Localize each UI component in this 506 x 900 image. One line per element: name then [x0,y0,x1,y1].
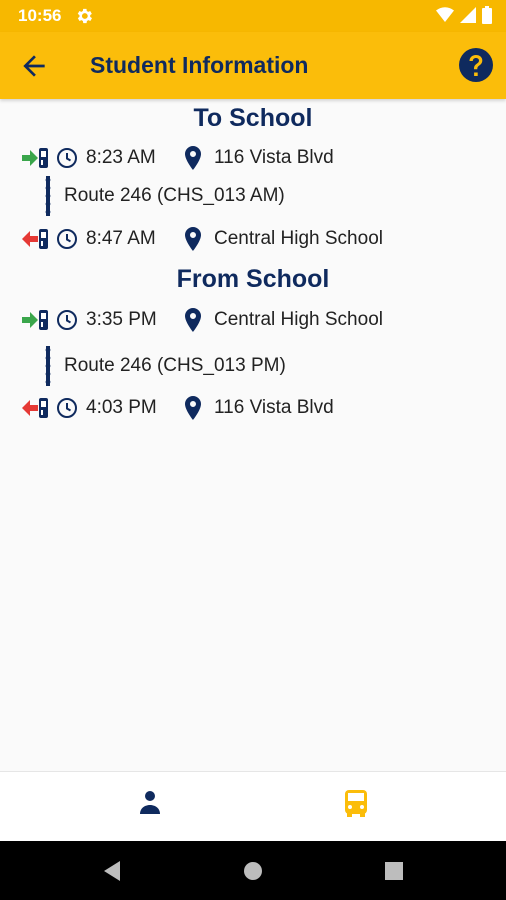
to-school-heading: To School [193,104,313,132]
bus-board-icon [22,148,48,168]
from-school-pickup-row: 3:35 PM Central High School [20,304,383,336]
help-icon[interactable] [458,47,494,83]
system-navigation-bar [0,841,506,900]
status-time: 10:56 [18,6,62,25]
app-bar: Student Information [0,32,506,99]
status-bar: 10:56 [0,0,506,32]
pickup-location: Central High School [214,309,383,330]
cell-signal-icon [460,7,476,23]
clock-icon [57,398,77,418]
pickup-time: 3:35 PM [86,309,157,330]
student-tab-person-icon[interactable] [130,782,170,822]
clock-icon [57,229,77,249]
bottom-navigation [0,771,506,841]
page-title: Student Information [90,52,309,78]
route-label: Route 246 (CHS_013 PM) [64,355,286,376]
system-home-icon[interactable] [241,859,265,883]
back-arrow-icon[interactable] [18,50,50,82]
clock-icon [57,148,77,168]
bus-board-icon [22,310,48,330]
to-school-dropoff-row: 8:47 AM Central High School [20,223,383,255]
route-dots-icon [45,346,51,386]
wifi-icon [436,7,454,22]
to-school-route-row: Route 246 (CHS_013 AM) [40,174,285,218]
battery-icon [482,6,492,24]
system-recents-icon[interactable] [382,859,406,883]
status-icons [436,6,492,24]
from-school-dropoff-row: 4:03 PM 116 Vista Blvd [20,392,334,424]
route-label: Route 246 (CHS_013 AM) [64,185,285,206]
location-pin-icon [185,146,201,170]
from-school-route-row: Route 246 (CHS_013 PM) [40,344,286,388]
route-dots-icon [45,176,51,216]
dropoff-location: Central High School [214,228,383,249]
system-back-icon[interactable] [100,859,124,883]
location-pin-icon [185,227,201,251]
dropoff-time: 8:47 AM [86,228,156,249]
dropoff-location: 116 Vista Blvd [214,397,334,418]
to-school-pickup-row: 8:23 AM 116 Vista Blvd [20,142,334,174]
pickup-location: 116 Vista Blvd [214,147,334,168]
location-pin-icon [185,308,201,332]
bus-exit-icon [22,398,48,418]
settings-gear-icon [77,8,92,24]
bus-tab-bus-icon[interactable] [336,782,376,822]
location-pin-icon [185,396,201,420]
dropoff-time: 4:03 PM [86,397,157,418]
bus-exit-icon [22,229,48,249]
clock-icon [57,310,77,330]
pickup-time: 8:23 AM [86,147,156,168]
from-school-heading: From School [176,265,330,293]
